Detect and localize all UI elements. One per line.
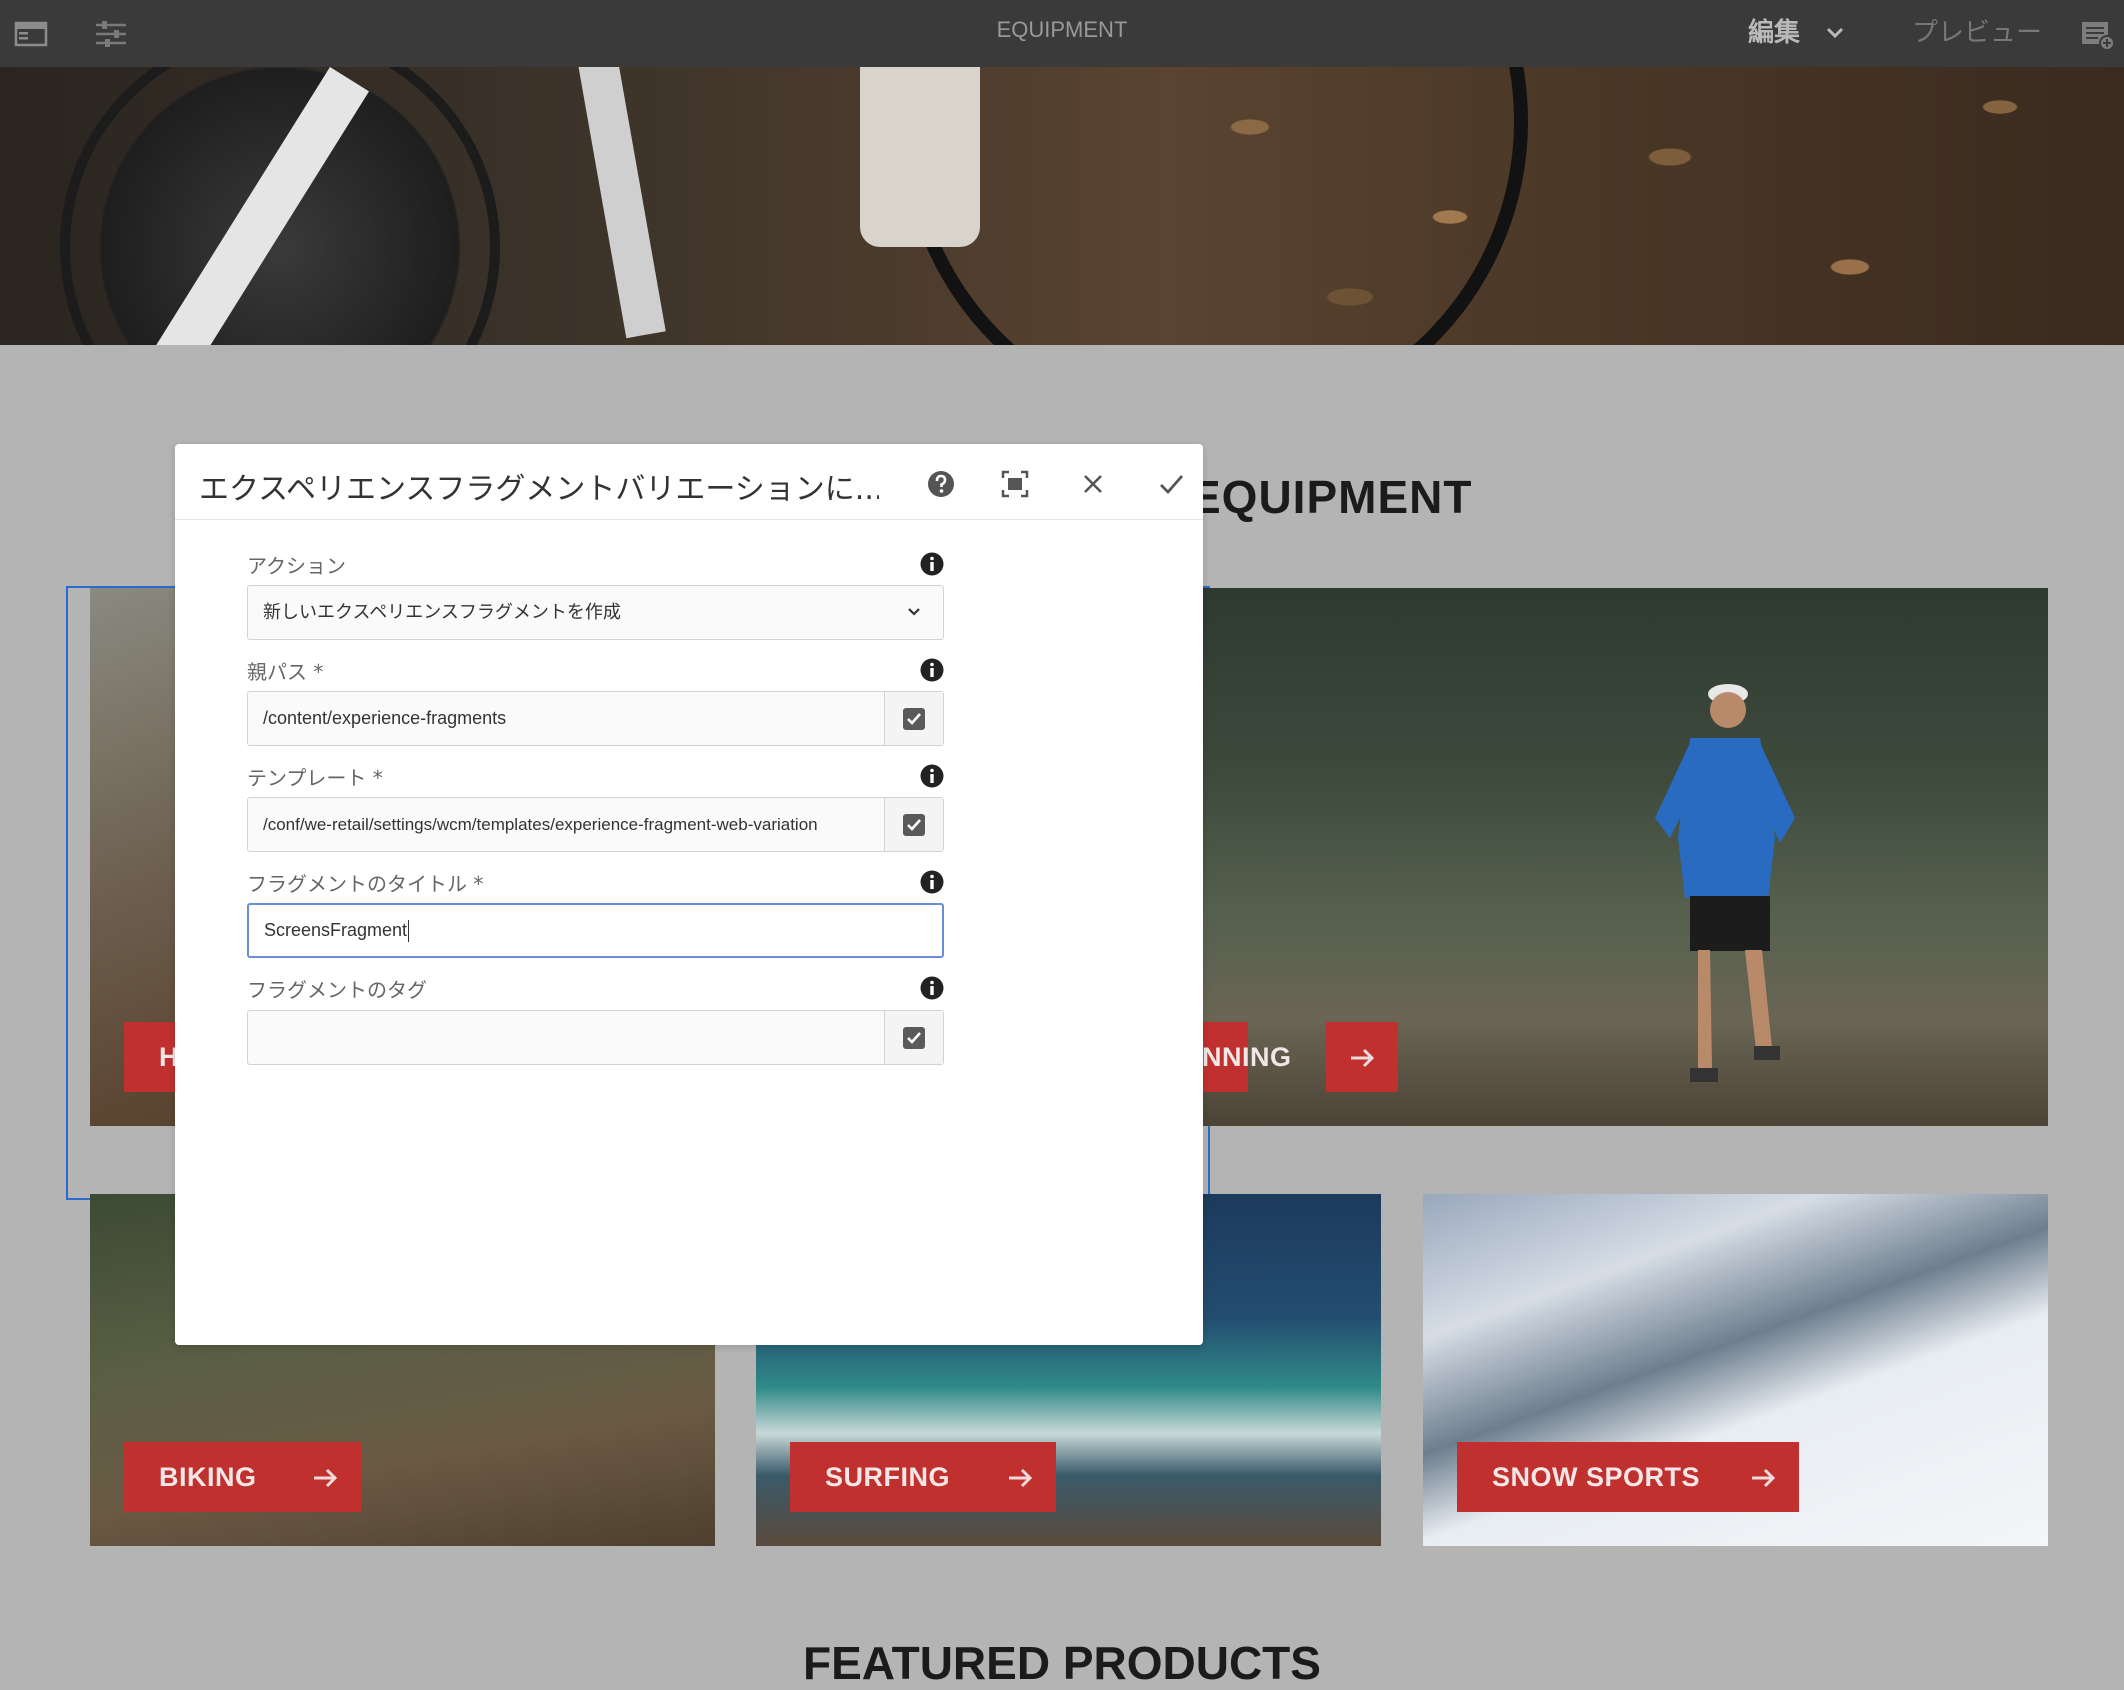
action-select[interactable]: 新しいエクスペリエンスフラグメントを作成 [247, 585, 944, 640]
info-icon[interactable] [920, 764, 944, 788]
fragment-title-input-wrap[interactable]: ScreensFragment [264, 905, 410, 956]
template-field[interactable]: /conf/we-retail/settings/wcm/templates/e… [247, 797, 944, 852]
close-icon[interactable] [1075, 466, 1111, 502]
dialog-header: エクスペリエンスフラグメントバリエーションに... [175, 444, 1203, 520]
done-check-icon[interactable] [1153, 466, 1189, 502]
chevron-down-icon[interactable] [1822, 20, 1848, 50]
parent-path-field[interactable]: /content/experience-fragments [247, 691, 944, 746]
runner-figure [1655, 684, 1795, 1082]
info-icon[interactable] [920, 658, 944, 682]
biking-cta-button[interactable]: BIKING [124, 1442, 292, 1512]
biking-arrow-button[interactable] [289, 1442, 361, 1512]
snow-sports-cta-button[interactable]: SNOW SPORTS [1457, 1442, 1736, 1512]
running-arrow-button[interactable] [1326, 1022, 1398, 1092]
checkbox-icon [903, 1026, 925, 1049]
template-label: テンプレート * [247, 766, 383, 790]
bike-shoe [860, 67, 980, 247]
arrow-right-icon [1009, 1468, 1033, 1487]
fullscreen-icon[interactable] [997, 466, 1033, 502]
checkbox-icon [903, 813, 925, 836]
parent-path-label: 親パス * [247, 660, 324, 684]
fragment-title-label: フラグメントのタイトル * [247, 872, 484, 896]
text-cursor [408, 920, 410, 943]
arrow-right-icon [314, 1468, 338, 1487]
info-icon[interactable] [920, 552, 944, 576]
bike-tire [900, 67, 1528, 345]
arrow-right-icon [1351, 1048, 1375, 1067]
running-tile[interactable]: NNING [1200, 588, 2048, 1126]
featured-products-heading: FEATURED PRODUCTS [803, 1637, 1321, 1689]
running-cta-label: NNING [1202, 1042, 1292, 1072]
fragment-title-input[interactable]: ScreensFragment [264, 920, 407, 940]
surfing-cta-button[interactable]: SURFING [790, 1442, 985, 1512]
fragment-tags-label: フラグメントのタグ [247, 978, 427, 1002]
experience-fragment-dialog: エクスペリエンスフラグメントバリエーションに... アクション 新しいエクスペリ… [175, 444, 1203, 1345]
preview-button[interactable]: プレビュー [1912, 12, 2042, 49]
snow-sports-tile[interactable]: SNOW SPORTS [1423, 1194, 2048, 1546]
snow-sports-arrow-button[interactable] [1727, 1442, 1799, 1512]
parent-path-input[interactable]: /content/experience-fragments [263, 692, 506, 745]
info-icon[interactable] [920, 870, 944, 894]
checkbox-icon [903, 707, 925, 730]
arrow-right-icon [1752, 1468, 1776, 1487]
dialog-title: エクスペリエンスフラグメントバリエーションに... [199, 472, 879, 507]
page-title: EQUIPMENT [996, 17, 1128, 42]
tag-picker-button[interactable] [884, 1011, 943, 1064]
hero-image [0, 67, 2124, 345]
chevron-down-icon [905, 603, 923, 625]
annotate-icon[interactable] [2078, 14, 2118, 54]
info-icon[interactable] [920, 976, 944, 1000]
running-cta-button[interactable]: NNING [1200, 1022, 1291, 1092]
action-select-value: 新しいエクスペリエンスフラグメントを作成 [263, 602, 621, 622]
surfing-arrow-button[interactable] [984, 1442, 1056, 1512]
help-icon[interactable] [923, 466, 959, 502]
fragment-title-field[interactable]: ScreensFragment [247, 903, 944, 958]
equipment-heading: EQUIPMENT [1190, 471, 1473, 523]
template-input[interactable]: /conf/we-retail/settings/wcm/templates/e… [263, 798, 873, 851]
mode-selector-label[interactable]: 編集 [1748, 12, 1800, 49]
action-label: アクション [247, 554, 346, 578]
editor-toolbar: EQUIPMENT 編集 プレビュー [0, 0, 2124, 67]
bike-fork [574, 67, 666, 339]
fragment-tags-field[interactable] [247, 1010, 944, 1065]
path-picker-button[interactable] [884, 692, 943, 745]
template-picker-button[interactable] [884, 798, 943, 851]
